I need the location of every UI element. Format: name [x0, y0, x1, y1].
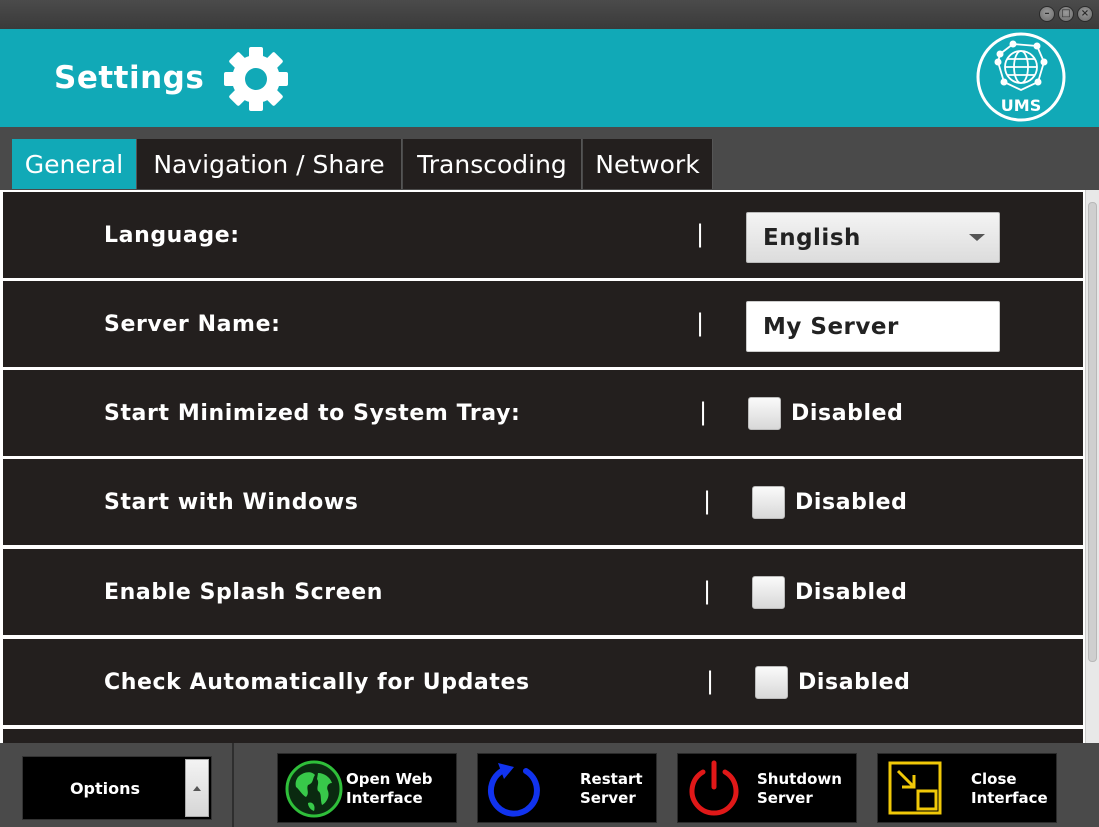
separator: |: [706, 667, 715, 695]
separator: |: [696, 220, 705, 248]
shutdown-server-button[interactable]: Shutdown Server: [677, 753, 857, 823]
window-titlebar: – □ ×: [0, 0, 1099, 29]
close-window-button[interactable]: ×: [1077, 6, 1093, 22]
start-minimized-checkbox[interactable]: [748, 397, 781, 430]
open-web-interface-button[interactable]: Open Web Interface: [277, 753, 457, 823]
shutdown-server-label: Shutdown Server: [757, 770, 842, 807]
start-with-windows-checkbox[interactable]: [752, 486, 785, 519]
bottom-toolbar: Options Open Web Interface Restart Serve…: [0, 743, 1099, 827]
tab-bar: General Navigation / Share Transcoding N…: [0, 127, 1099, 190]
next-row: [3, 729, 1083, 743]
server-name-label: Server Name:: [104, 311, 281, 337]
chevron-up-icon: [193, 786, 201, 791]
start-minimized-label: Start Minimized to System Tray:: [104, 400, 521, 426]
start-with-windows-row: Start with Windows | Disabled: [3, 459, 1083, 545]
separator: |: [703, 577, 712, 605]
tab-transcoding[interactable]: Transcoding: [403, 139, 582, 189]
settings-header: Settings UMS: [0, 29, 1099, 127]
vertical-scrollbar[interactable]: [1085, 190, 1099, 743]
maximize-window-button[interactable]: □: [1058, 6, 1074, 22]
splash-screen-checkbox[interactable]: [752, 576, 785, 609]
tab-navigation-share[interactable]: Navigation / Share: [137, 139, 402, 189]
language-select[interactable]: English: [746, 212, 1000, 263]
tab-network[interactable]: Network: [583, 139, 713, 189]
separator: |: [696, 309, 705, 337]
start-with-windows-state: Disabled: [795, 489, 908, 515]
language-label: Language:: [104, 222, 240, 248]
server-name-input[interactable]: My Server: [746, 301, 1000, 352]
language-row: Language: | English: [3, 192, 1083, 278]
divider: [232, 743, 234, 827]
separator: |: [699, 398, 708, 426]
close-interface-label: Close Interface: [971, 770, 1048, 807]
check-updates-row: Check Automatically for Updates | Disabl…: [3, 639, 1083, 725]
gear-icon: [224, 47, 288, 111]
splash-screen-label: Enable Splash Screen: [104, 579, 384, 605]
splash-screen-row: Enable Splash Screen | Disabled: [3, 549, 1083, 635]
scrollbar-thumb[interactable]: [1088, 202, 1097, 662]
minimize-window-icon: [888, 761, 942, 815]
check-updates-checkbox[interactable]: [755, 666, 788, 699]
separator: |: [703, 487, 712, 515]
start-minimized-row: Start Minimized to System Tray: | Disabl…: [3, 370, 1083, 456]
settings-panel: Language: | English Server Name: | My Se…: [0, 190, 1099, 743]
options-spin-button[interactable]: [185, 759, 209, 817]
open-web-interface-label: Open Web Interface: [346, 770, 433, 807]
chevron-down-icon: [969, 234, 985, 241]
server-name-row: Server Name: | My Server: [3, 281, 1083, 367]
restart-server-label: Restart Server: [580, 770, 643, 807]
close-interface-button[interactable]: Close Interface: [877, 753, 1057, 823]
start-with-windows-label: Start with Windows: [104, 489, 359, 515]
options-spinner[interactable]: Options: [22, 756, 212, 820]
power-icon: [689, 760, 739, 816]
check-updates-label: Check Automatically for Updates: [104, 669, 530, 695]
splash-screen-state: Disabled: [795, 579, 908, 605]
globe-icon: [285, 760, 343, 818]
options-label: Options: [69, 778, 141, 798]
start-minimized-state: Disabled: [791, 400, 904, 426]
restart-icon: [487, 763, 540, 817]
minimize-window-button[interactable]: –: [1039, 6, 1055, 22]
page-title: Settings: [54, 60, 205, 96]
check-updates-state: Disabled: [798, 669, 911, 695]
ums-logo-icon: UMS: [976, 32, 1066, 122]
restart-server-button[interactable]: Restart Server: [477, 753, 657, 823]
logo-text: UMS: [1001, 96, 1041, 115]
language-value: English: [763, 224, 861, 251]
tab-general[interactable]: General: [12, 139, 137, 189]
